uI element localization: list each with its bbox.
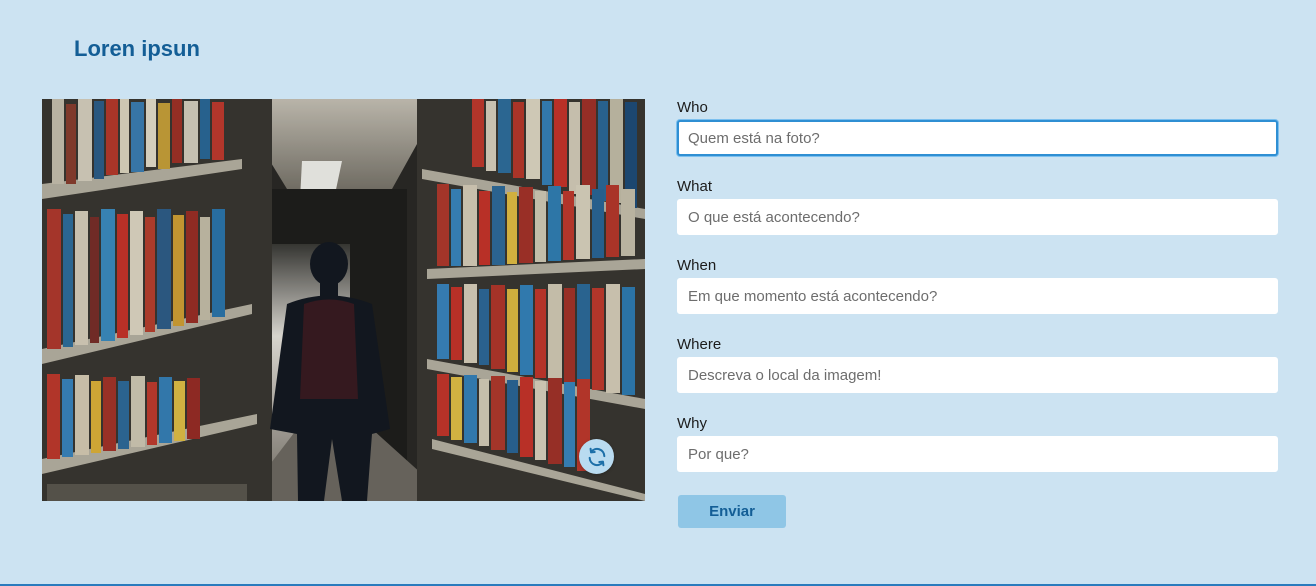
where-label: Where bbox=[677, 336, 722, 353]
library-photo bbox=[42, 99, 645, 501]
what-input[interactable] bbox=[677, 199, 1278, 235]
who-input[interactable] bbox=[677, 120, 1278, 156]
why-input[interactable] bbox=[677, 436, 1278, 472]
page-title: Loren ipsun bbox=[74, 36, 200, 61]
field-why: Why bbox=[677, 415, 1279, 494]
where-input[interactable] bbox=[677, 357, 1278, 393]
when-input[interactable] bbox=[677, 278, 1278, 314]
field-when: When bbox=[677, 257, 1279, 336]
field-what: What bbox=[677, 178, 1279, 257]
why-label: Why bbox=[677, 415, 707, 432]
submit-button[interactable]: Enviar bbox=[678, 495, 786, 528]
field-where: Where bbox=[677, 336, 1279, 415]
refresh-button[interactable] bbox=[579, 439, 614, 474]
who-label: Who bbox=[677, 99, 708, 116]
refresh-icon bbox=[586, 446, 608, 468]
what-label: What bbox=[677, 178, 713, 195]
photo-description-form: Who What When Where Why bbox=[677, 99, 1279, 494]
field-who: Who bbox=[677, 99, 1279, 178]
when-label: When bbox=[677, 257, 717, 274]
